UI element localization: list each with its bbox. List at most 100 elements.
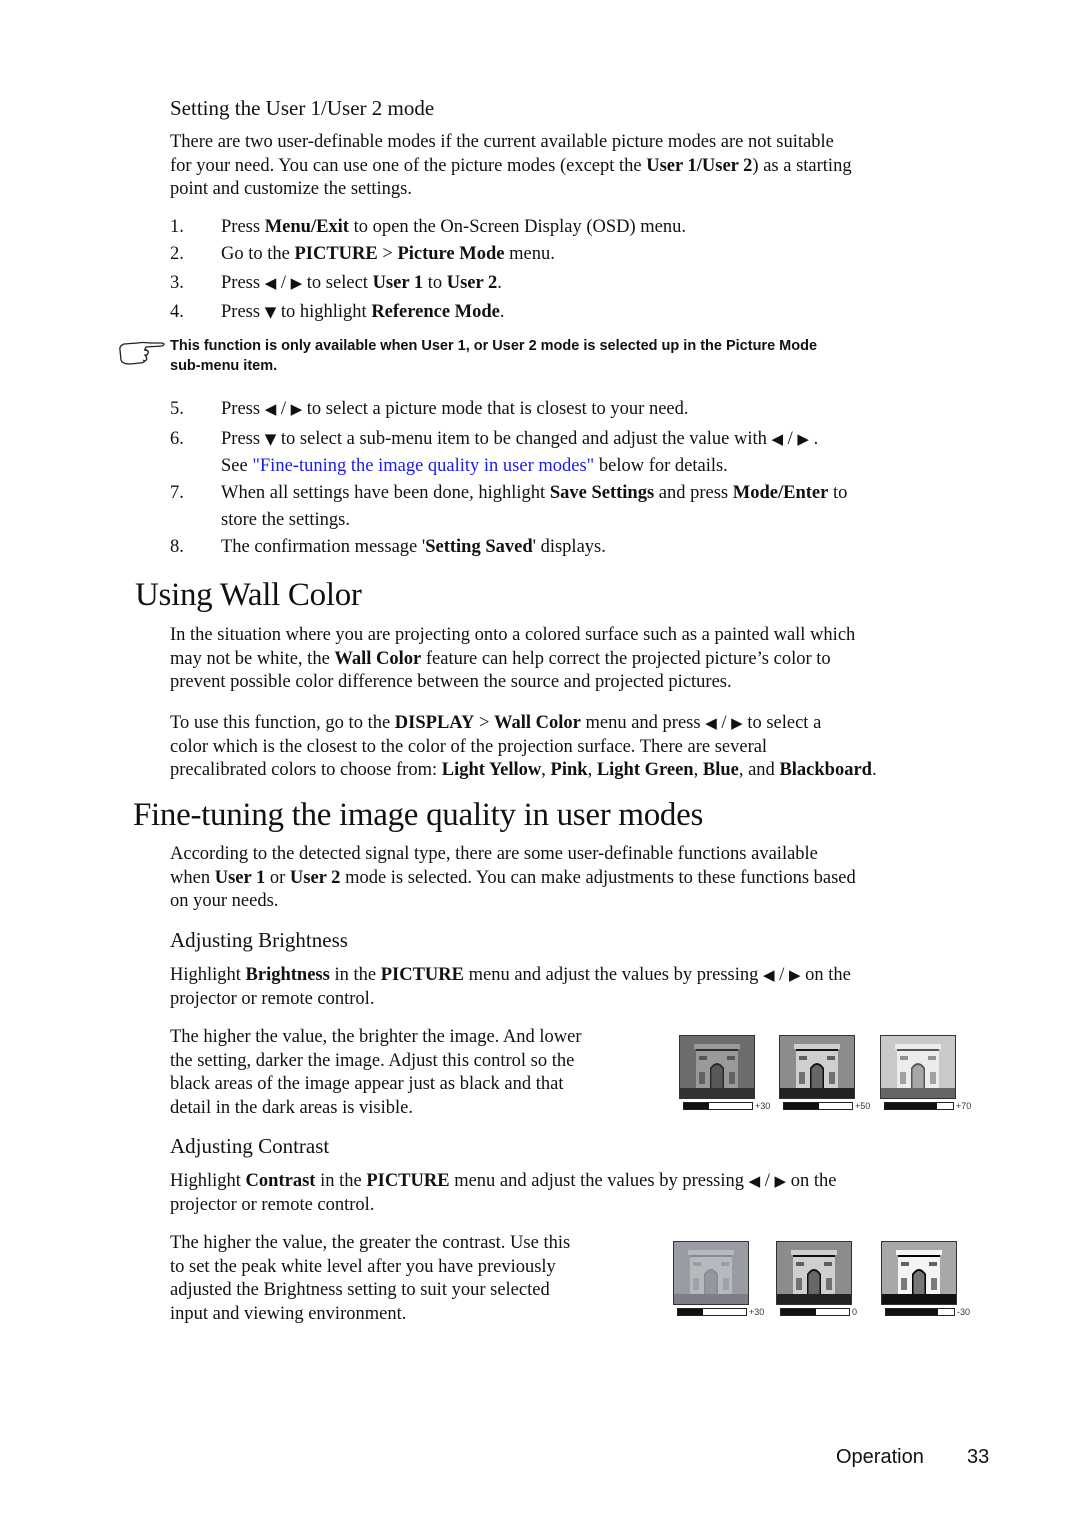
level-bar-fill	[678, 1309, 704, 1315]
subheading-brightness: Adjusting Brightness	[170, 928, 348, 952]
text-line: The higher the value, the brighter the i…	[170, 1027, 582, 1047]
text-line: This function is only available when Use…	[170, 338, 818, 354]
text-line: The higher the value, the greater the co…	[170, 1233, 571, 1253]
arrow-key-icon: ▶	[731, 714, 743, 732]
arrow-key-icon: ▶	[290, 274, 303, 292]
arrow-key-icon: ▶	[290, 400, 303, 418]
arrow-key-icon: ▶	[774, 1172, 787, 1190]
text-line: input and viewing environment.	[170, 1303, 407, 1324]
level-bar	[677, 1308, 747, 1316]
arrow-key-icon: ◀	[771, 430, 784, 448]
arrow-key-icon: ▼	[264, 303, 277, 321]
step-text: The confirmation message 'Setting Saved'…	[221, 537, 606, 557]
subheading-user-mode: Setting the User 1/User 2 mode	[170, 96, 435, 120]
text-line: on your needs.	[170, 891, 279, 911]
arrow-key-icon: ◀	[264, 274, 277, 292]
text-line: adjusted the Brightness setting to suit …	[170, 1280, 550, 1300]
arrow-key-icon: ◀	[264, 400, 277, 418]
level-bar	[783, 1102, 853, 1110]
fine-tuning-intro: According to the detected signal type, t…	[170, 843, 980, 914]
level-bar	[884, 1102, 954, 1110]
text-line: According to the detected signal type, t…	[170, 844, 818, 864]
level-bar-fill	[684, 1103, 710, 1109]
contrast-para-2: The higher the value, the greater the co…	[170, 1232, 670, 1326]
level-bar	[780, 1308, 850, 1316]
sample-image	[880, 1035, 956, 1099]
arrow-key-icon: ◀	[763, 966, 775, 984]
pointing-hand-icon	[116, 338, 168, 368]
step-number: 7.	[170, 483, 184, 503]
level-label: 0	[852, 1307, 858, 1317]
text-line: projector or remote control.	[170, 1194, 375, 1215]
text-line: Highlight Contrast in the PICTURE menu a…	[170, 1171, 837, 1191]
arrow-key-icon: ▶	[788, 966, 801, 984]
text-line: to set the peak white level after you ha…	[170, 1256, 556, 1277]
sample-image	[779, 1035, 855, 1099]
sample-image	[881, 1241, 957, 1305]
step-number: 4.	[170, 302, 184, 322]
level-label: +50	[855, 1101, 871, 1111]
step-number: 3.	[170, 273, 184, 293]
step-text: store the settings.	[221, 510, 350, 530]
footer-section-name: Operation	[836, 1446, 924, 1468]
step-text: Press ◀ / ▶ to select User 1 to User 2.	[221, 273, 502, 293]
step-text: Press Menu/Exit to open the On-Screen Di…	[221, 217, 687, 237]
step-text: See "Fine-tuning the image quality in us…	[221, 456, 728, 476]
text-line: black areas of the image appear just as …	[170, 1074, 564, 1094]
arrow-key-icon: ◀	[705, 714, 717, 732]
text-line: In the situation where you are projectin…	[170, 625, 856, 645]
arrow-key-icon: ▼	[264, 430, 277, 448]
level-label: +30	[749, 1307, 765, 1317]
subheading-contrast: Adjusting Contrast	[170, 1134, 330, 1158]
step-text: When all settings have been done, highli…	[221, 483, 848, 503]
heading-fine-tuning: Fine-tuning the image quality in user mo…	[133, 797, 703, 833]
wall-color-para-2: To use this function, go to the DISPLAY …	[170, 712, 980, 783]
text-line: color which is the closest to the color …	[170, 736, 768, 757]
text-line: projector or remote control.	[170, 988, 375, 1009]
step-text: Press ◀ / ▶ to select a picture mode tha…	[221, 399, 689, 419]
sample-image	[679, 1035, 755, 1099]
level-bar	[683, 1102, 753, 1110]
step-text: Press ▼ to highlight Reference Mode.	[221, 302, 505, 322]
level-label: +30	[755, 1101, 771, 1111]
text-line: Highlight Brightness in the PICTURE menu…	[170, 965, 851, 985]
page-number: 33	[967, 1446, 990, 1468]
heading-wall-color: Using Wall Color	[135, 577, 362, 613]
level-label: +70	[956, 1101, 972, 1111]
brightness-para-2: The higher the value, the brighter the i…	[170, 1026, 670, 1120]
level-label: -30	[957, 1307, 971, 1317]
step-number: 5.	[170, 399, 184, 419]
arrow-key-icon: ▶	[797, 430, 809, 448]
user-mode-intro: There are two user-definable modes if th…	[170, 131, 980, 202]
cross-reference-link[interactable]: "Fine-tuning the image quality in user m…	[252, 456, 594, 476]
wall-color-para-1: In the situation where you are projectin…	[170, 624, 980, 695]
level-bar-fill	[784, 1103, 820, 1109]
text-line: point and customize the settings.	[170, 179, 412, 199]
text-line: prevent possible color difference betwee…	[170, 672, 732, 692]
step-number: 2.	[170, 244, 184, 264]
step-text: Go to the PICTURE > Picture Mode menu.	[221, 244, 555, 264]
text-line: To use this function, go to the DISPLAY …	[170, 713, 822, 733]
text-line: There are two user-definable modes if th…	[170, 132, 834, 152]
sample-image	[673, 1241, 749, 1305]
text-line: detail in the dark areas is visible.	[170, 1097, 413, 1118]
step-number: 1.	[170, 217, 184, 237]
step-number: 8.	[170, 537, 184, 557]
arrow-key-icon: ◀	[748, 1172, 761, 1190]
note-text: This function is only available when Use…	[170, 336, 990, 376]
step-number: 6.	[170, 429, 184, 449]
step-text: Press ▼ to select a sub-menu item to be …	[221, 429, 819, 449]
text-line: may not be white, the Wall Color feature…	[170, 648, 831, 669]
level-bar-fill	[885, 1103, 937, 1109]
sample-image	[776, 1241, 852, 1305]
text-line: sub-menu item.	[170, 358, 278, 374]
level-bar-fill	[886, 1309, 938, 1315]
level-bar-fill	[781, 1309, 817, 1315]
text-line: for your need. You can use one of the pi…	[170, 155, 852, 176]
text-line: the setting, darker the image. Adjust th…	[170, 1050, 575, 1071]
contrast-para-1: Highlight Contrast in the PICTURE menu a…	[170, 1170, 980, 1217]
text-line: when User 1 or User 2 mode is selected. …	[170, 867, 856, 888]
level-bar	[885, 1308, 955, 1316]
brightness-para-1: Highlight Brightness in the PICTURE menu…	[170, 964, 980, 1011]
text-line: precalibrated colors to choose from: Lig…	[170, 760, 877, 780]
